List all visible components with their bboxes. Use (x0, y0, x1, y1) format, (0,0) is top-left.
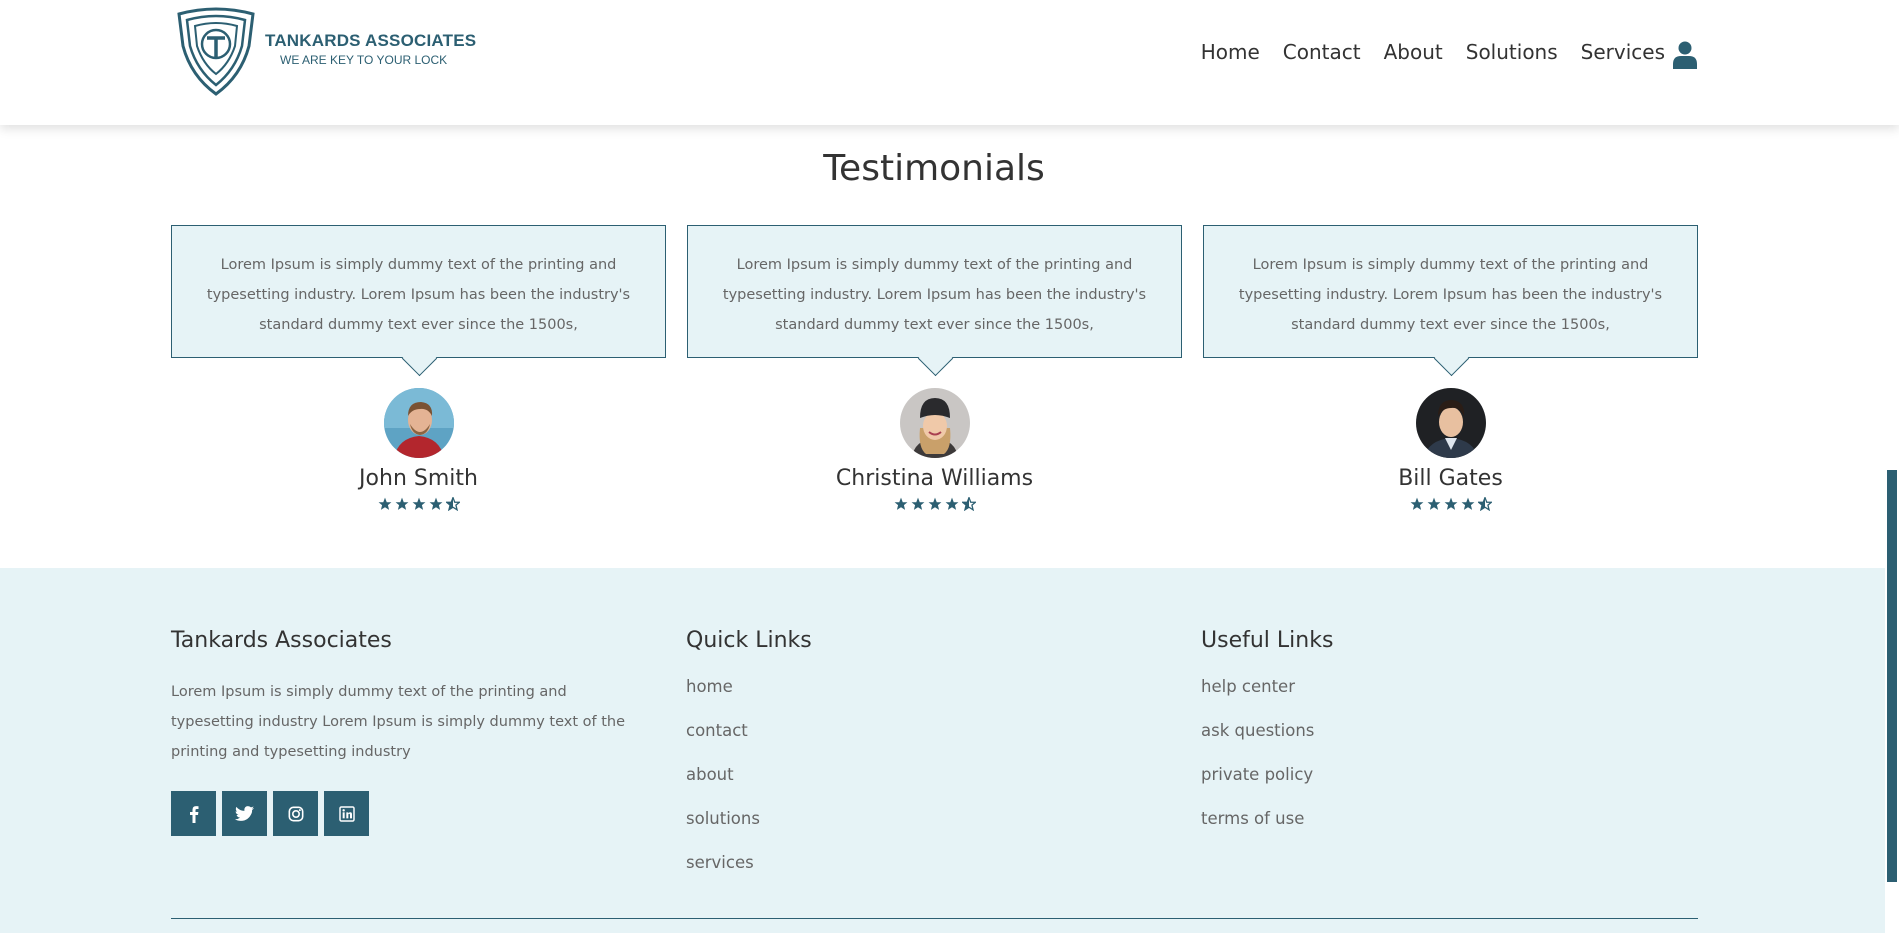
testimonial-quote: Lorem Ipsum is simply dummy text of the … (171, 225, 666, 358)
footer-link-private-policy[interactable]: private policy (1201, 765, 1333, 809)
star-half-icon (1477, 497, 1492, 511)
footer-link-help-center[interactable]: help center (1201, 677, 1333, 721)
star-icon (395, 497, 408, 510)
star-icon (911, 497, 924, 510)
nav-about[interactable]: About (1384, 40, 1443, 64)
footer-useful-links: Useful Links help center ask questions p… (1201, 628, 1333, 853)
star-icon (1444, 497, 1457, 510)
testimonial-card: Lorem Ipsum is simply dummy text of the … (687, 225, 1182, 511)
footer-about: Tankards Associates Lorem Ipsum is simpl… (171, 628, 641, 836)
star-rating (687, 497, 1182, 511)
social-links (171, 791, 641, 836)
footer-link-about[interactable]: about (686, 765, 812, 809)
star-icon (1461, 497, 1474, 510)
logo[interactable]: TANKARDS ASSOCIATES WE ARE KEY TO YOUR L… (171, 6, 476, 96)
main-nav: Home Contact About Solutions Services (1201, 40, 1665, 64)
site-footer: Tankards Associates Lorem Ipsum is simpl… (0, 568, 1899, 933)
logo-tagline: WE ARE KEY TO YOUR LOCK (280, 53, 448, 67)
star-rating (171, 497, 666, 511)
footer-link-contact[interactable]: contact (686, 721, 812, 765)
star-icon (429, 497, 442, 510)
star-rating (1203, 497, 1698, 511)
star-icon (894, 497, 907, 510)
star-half-icon (961, 497, 976, 511)
testimonial-quote: Lorem Ipsum is simply dummy text of the … (1203, 225, 1698, 358)
avatar (1415, 388, 1486, 458)
star-icon (1410, 497, 1423, 510)
footer-quick-links: Quick Links home contact about solutions… (686, 628, 812, 897)
footer-link-terms-of-use[interactable]: terms of use (1201, 809, 1333, 853)
logo-shield-icon (177, 7, 255, 96)
testimonial-card: Lorem Ipsum is simply dummy text of the … (1203, 225, 1698, 511)
section-title: Testimonials (823, 148, 1045, 189)
footer-about-title: Tankards Associates (171, 628, 392, 653)
footer-divider (171, 918, 1698, 919)
nav-contact[interactable]: Contact (1283, 40, 1361, 64)
nav-home[interactable]: Home (1201, 40, 1260, 64)
nav-services[interactable]: Services (1581, 40, 1665, 64)
facebook-icon[interactable] (171, 791, 216, 836)
footer-link-home[interactable]: home (686, 677, 812, 721)
testimonial-cards: Lorem Ipsum is simply dummy text of the … (171, 225, 1698, 511)
instagram-icon[interactable] (273, 791, 318, 836)
scrollbar-thumb[interactable] (1887, 470, 1897, 882)
twitter-icon[interactable] (222, 791, 267, 836)
footer-link-solutions[interactable]: solutions (686, 809, 812, 853)
star-icon (412, 497, 425, 510)
star-icon (378, 497, 391, 510)
avatar (899, 388, 970, 458)
quick-links-title: Quick Links (686, 628, 812, 653)
site-header: TANKARDS ASSOCIATES WE ARE KEY TO YOUR L… (0, 0, 1899, 125)
linkedin-icon[interactable] (324, 791, 369, 836)
logo-name: TANKARDS ASSOCIATES (265, 31, 477, 50)
page-scrollbar[interactable] (1885, 0, 1899, 933)
star-icon (945, 497, 958, 510)
testimonial-name: Bill Gates (1398, 466, 1503, 491)
nav-solutions[interactable]: Solutions (1466, 40, 1558, 64)
star-icon (1427, 497, 1440, 510)
user-icon[interactable] (1673, 41, 1697, 73)
footer-link-ask-questions[interactable]: ask questions (1201, 721, 1333, 765)
testimonial-card: Lorem Ipsum is simply dummy text of the … (171, 225, 666, 511)
star-icon (928, 497, 941, 510)
useful-links-title: Useful Links (1201, 628, 1334, 653)
footer-link-services[interactable]: services (686, 853, 812, 897)
testimonial-quote: Lorem Ipsum is simply dummy text of the … (687, 225, 1182, 358)
footer-about-text: Lorem Ipsum is simply dummy text of the … (171, 684, 625, 760)
avatar (383, 388, 454, 458)
star-half-icon (445, 497, 460, 511)
testimonial-name: John Smith (359, 466, 478, 491)
testimonial-name: Christina Williams (835, 466, 1034, 491)
